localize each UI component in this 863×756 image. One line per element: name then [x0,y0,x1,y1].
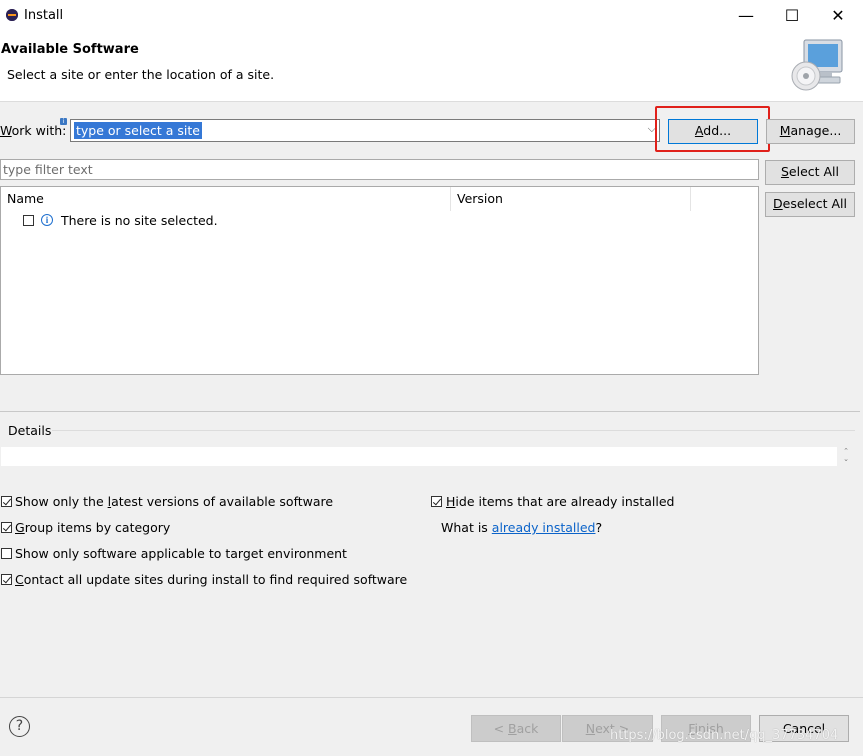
eclipse-icon [6,9,18,21]
back-button[interactable]: < Back [471,715,561,742]
manage-sites-button[interactable]: Manage... [766,119,855,144]
hide-installed-checkbox[interactable] [431,496,442,507]
work-with-combo[interactable]: type or select a site ⌵ [70,119,660,142]
page-title: Available Software [1,42,139,57]
minimize-button[interactable]: — [723,0,769,32]
window-title: Install [24,8,64,23]
details-separator [52,430,855,431]
details-text-area[interactable] [1,447,837,466]
latest-versions-checkbox[interactable] [1,496,12,507]
column-divider[interactable] [690,187,691,211]
watermark-text: https://blog.csdn.net/qq_37734704 [610,728,839,743]
table-row[interactable]: There is no site selected. [61,213,218,228]
sash-divider[interactable] [0,411,860,412]
install-cd-monitor-icon [791,39,843,91]
help-icon[interactable]: ? [9,716,30,737]
info-decoration-icon: i [60,118,67,125]
footer-separator [0,697,863,698]
page-subtitle: Select a site or enter the location of a… [7,67,275,82]
target-environment-label[interactable]: Show only software applicable to target … [15,546,347,561]
column-header-name[interactable]: Name [7,191,44,206]
info-icon: i [41,214,53,226]
contact-update-sites-label[interactable]: Contact all update sites during install … [15,572,407,587]
close-button[interactable]: ✕ [815,0,861,32]
latest-versions-label[interactable]: Show only the latest versions of availab… [15,494,333,509]
already-installed-link[interactable]: already installed [492,520,596,535]
contact-update-sites-checkbox[interactable] [1,574,12,585]
maximize-button[interactable]: ☐ [769,0,815,32]
filter-placeholder: type filter text [3,162,93,177]
group-by-category-label[interactable]: Group items by category [15,520,170,535]
work-with-value: type or select a site [74,122,202,139]
annotation-highlight-box [655,106,770,152]
select-all-button[interactable]: Select All [765,160,855,185]
details-label: Details [8,423,52,438]
table-row-checkbox[interactable] [23,215,34,226]
deselect-all-button[interactable]: Deselect All [765,192,855,217]
details-scrollbar[interactable]: ⌃ ⌄ [838,447,854,466]
group-by-category-checkbox[interactable] [1,522,12,533]
column-divider[interactable] [450,187,451,211]
target-environment-checkbox[interactable] [1,548,12,559]
work-with-label: Work with: [0,123,67,138]
hide-installed-label[interactable]: Hide items that are already installed [446,494,674,509]
column-header-version[interactable]: Version [457,191,503,206]
filter-input[interactable]: type filter text [0,159,759,180]
what-is-installed-text: What is already installed? [441,520,603,535]
